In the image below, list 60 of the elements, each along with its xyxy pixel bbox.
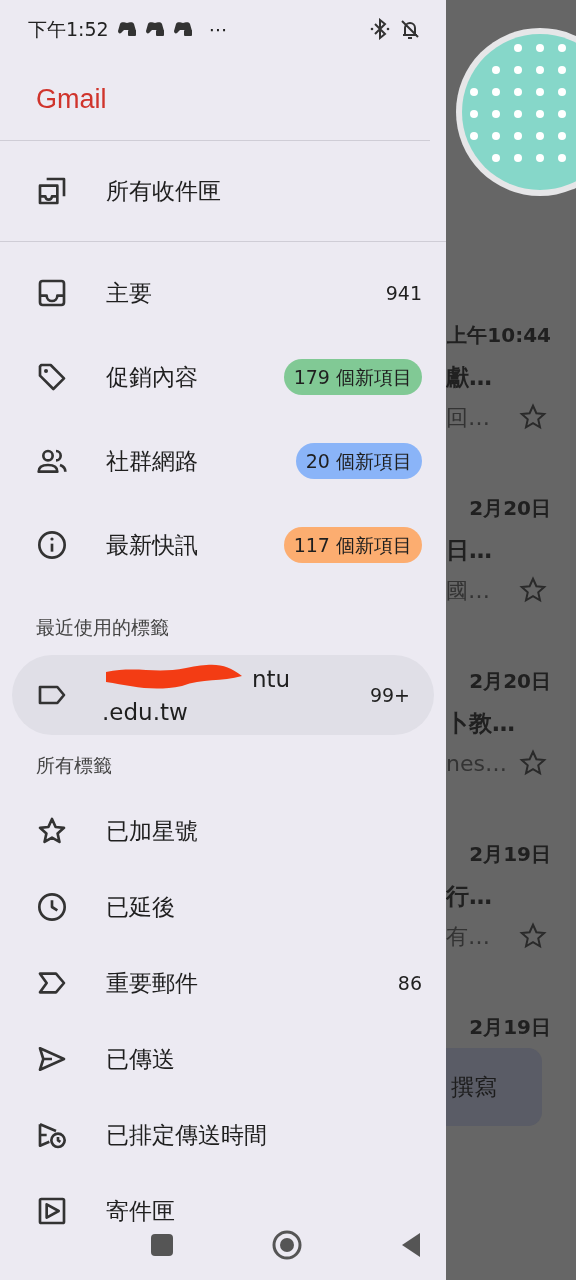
section-heading: 最近使用的標籤 xyxy=(36,614,169,640)
bluetooth-icon xyxy=(370,18,390,40)
app-logo: Gmail xyxy=(36,82,107,116)
drawer-item[interactable]: 已加星號 xyxy=(0,793,446,869)
unread-count: 99+ xyxy=(369,682,410,708)
unread-count: 86 xyxy=(397,970,422,996)
drawer-item[interactable]: 已排定傳送時間 xyxy=(0,1097,446,1173)
email-subject: 日… xyxy=(446,536,493,565)
item-label: 寄件匣 xyxy=(106,1196,176,1226)
email-date: 2月20日 xyxy=(469,495,551,522)
new-items-badge: 117 個新項目 xyxy=(283,526,422,564)
email-date: 上午10:44 xyxy=(447,322,551,349)
star-icon xyxy=(518,575,548,605)
drawer-item[interactable]: ntu .edu.tw 99+ xyxy=(12,655,434,735)
item-label: 所有收件匣 xyxy=(106,176,222,206)
outbox-icon xyxy=(36,1195,68,1227)
drawer-item[interactable]: 已延後 xyxy=(0,869,446,945)
email-subject: 獻… xyxy=(446,363,493,392)
new-items-badge: 20 個新項目 xyxy=(295,442,422,480)
drawer-item[interactable]: 促銷內容 179 個新項目 xyxy=(0,335,446,419)
item-label: .edu.tw xyxy=(102,698,189,727)
more-notifications-icon: ⋯ xyxy=(208,14,228,44)
item-label: 主要 xyxy=(106,278,153,308)
game-controller-icon xyxy=(144,20,165,38)
drawer-item[interactable]: 最新快訊 117 個新項目 xyxy=(0,503,446,587)
email-subject: 行… xyxy=(446,882,493,911)
unread-count: 941 xyxy=(385,280,422,306)
item-label: 促銷內容 xyxy=(106,362,199,392)
email-date: 2月19日 xyxy=(469,841,551,868)
tag-icon xyxy=(36,361,68,393)
home-button[interactable] xyxy=(270,1228,304,1262)
game-controller-icon xyxy=(172,20,193,38)
email-date: 2月19日 xyxy=(469,1014,551,1041)
info-icon xyxy=(36,529,68,561)
drawer-item[interactable]: 已傳送 xyxy=(0,1021,446,1097)
status-time: 下午1:52 xyxy=(28,16,109,42)
item-label: 已延後 xyxy=(106,892,176,922)
game-controller-icon xyxy=(116,20,137,38)
item-label: ntu xyxy=(252,665,291,694)
new-items-badge: 179 個新項目 xyxy=(283,358,422,396)
email-subject: 卜教… xyxy=(446,709,516,738)
drawer-item[interactable]: 社群網路 20 個新項目 xyxy=(0,419,446,503)
drawer-item[interactable]: 所有收件匣 xyxy=(0,141,446,241)
star-icon xyxy=(518,921,548,951)
star-icon xyxy=(518,748,548,778)
item-label: 已傳送 xyxy=(106,1044,176,1074)
inbox-icon xyxy=(36,277,68,309)
item-label: 最新快訊 xyxy=(106,530,199,560)
inboxes-icon xyxy=(36,175,68,207)
item-label: 已加星號 xyxy=(106,816,199,846)
email-date: 2月20日 xyxy=(469,668,551,695)
drawer-item[interactable]: 主要 941 xyxy=(0,251,446,335)
star-icon xyxy=(518,402,548,432)
item-label: 已排定傳送時間 xyxy=(106,1120,268,1150)
drawer-item[interactable]: 重要郵件 86 xyxy=(0,945,446,1021)
drawer-item[interactable]: 寄件匣 xyxy=(0,1173,446,1249)
item-label: 重要郵件 xyxy=(106,968,199,998)
section-heading: 所有標籤 xyxy=(36,752,112,778)
item-label: 社群網路 xyxy=(106,446,199,476)
clock-icon xyxy=(36,891,68,923)
